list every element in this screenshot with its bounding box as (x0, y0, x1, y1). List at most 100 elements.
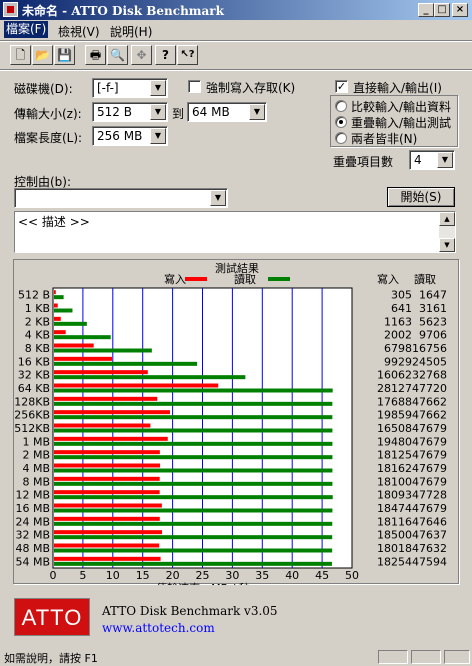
website-link[interactable]: www.attotech.com (102, 621, 215, 635)
x-tick-label: 45 (315, 569, 329, 582)
move-icon[interactable]: ✥ (131, 45, 152, 65)
read-value: 47728 (412, 489, 447, 502)
read-bar (54, 361, 198, 366)
drive-select[interactable]: [-f-] ▼ (92, 78, 168, 98)
read-value: 47662 (412, 409, 447, 422)
x-tick-label: 0 (50, 569, 57, 582)
write-bar (54, 476, 160, 481)
write-value: 18254 (377, 555, 412, 568)
write-value: 16062 (377, 369, 412, 382)
radio-compare[interactable] (335, 100, 347, 112)
read-value: 47632 (412, 542, 447, 555)
menu-bar: 檔案(F) 檢視(V) 說明(H) (0, 20, 472, 39)
x-tick-label: 50 (345, 569, 359, 582)
minimize-button[interactable]: _ (418, 3, 434, 17)
write-value: 18474 (377, 502, 412, 515)
start-button[interactable]: 開始(S) (387, 187, 455, 207)
description-text: << 描述 >> (18, 215, 90, 229)
transfer-to-select[interactable]: 64 MB ▼ (187, 102, 267, 122)
chevron-down-icon[interactable]: ▼ (210, 190, 226, 206)
column-header-write: 寫入 (377, 272, 399, 286)
read-value: 47679 (412, 435, 447, 448)
read-value: 47646 (412, 515, 447, 528)
radio-overlap[interactable] (335, 116, 347, 128)
chevron-down-icon[interactable]: ▼ (150, 80, 166, 96)
read-bar (54, 401, 333, 406)
y-tick-label: 256KB (14, 409, 50, 422)
chevron-down-icon[interactable]: ▼ (150, 104, 166, 120)
queue-depth-select[interactable]: 4 ▼ (409, 150, 455, 170)
write-value: 16508 (377, 422, 412, 435)
write-bar (54, 423, 151, 428)
write-bar (54, 543, 160, 548)
close-button[interactable]: × (452, 3, 468, 17)
write-value: 19480 (377, 435, 412, 448)
direct-io-checkbox[interactable]: ✓ (335, 80, 348, 93)
print-icon[interactable]: 🖶 (85, 45, 106, 65)
print-preview-icon[interactable]: 🔍 (107, 45, 128, 65)
read-value: 1647 (419, 289, 447, 302)
y-tick-label: 12 MB (15, 489, 50, 502)
force-write-checkbox[interactable] (188, 80, 201, 93)
chevron-down-icon[interactable]: ▼ (437, 152, 453, 168)
atto-logo-text: ATTO (21, 605, 83, 630)
radio-neither[interactable] (335, 132, 347, 144)
menu-help[interactable]: 說明(H) (110, 23, 152, 40)
write-bar (54, 463, 161, 468)
write-value: 18018 (377, 542, 412, 555)
description-scrollbar[interactable]: ▲ ▼ (439, 212, 455, 252)
radio-neither-label: 兩者皆非(N) (351, 132, 418, 146)
write-bar (54, 556, 161, 561)
read-bar (54, 308, 73, 313)
to-label: 到 (172, 107, 185, 121)
read-value: 47637 (412, 529, 447, 542)
read-bar (54, 495, 333, 500)
read-bar (54, 375, 246, 380)
status-pane-3 (444, 650, 470, 664)
write-value: 17688 (377, 395, 412, 408)
force-write-label: 強制寫入存取(K) (206, 81, 296, 95)
y-tick-label: 1 KB (25, 302, 50, 315)
app-icon[interactable] (3, 2, 18, 17)
help-icon[interactable]: ? (155, 45, 176, 65)
chevron-down-icon[interactable]: ▼ (249, 104, 265, 120)
save-icon[interactable]: 💾 (54, 45, 75, 65)
scroll-up-icon[interactable]: ▲ (439, 212, 455, 226)
transfer-from-select[interactable]: 512 B ▼ (92, 102, 168, 122)
window-title: 未命名 - ATTO Disk Benchmark (22, 4, 224, 18)
results-chart: 測試結果寫入讀取寫入讀取05101520253035404550傳輸速率 - M… (14, 261, 447, 585)
x-tick-label: 30 (225, 569, 239, 582)
y-tick-label: 8 KB (25, 342, 50, 355)
write-value: 2002 (384, 329, 412, 342)
write-value: 18116 (377, 515, 412, 528)
write-bar (54, 436, 168, 441)
write-bar (54, 490, 160, 495)
scroll-down-icon[interactable]: ▼ (439, 238, 455, 252)
legend-read-swatch (268, 277, 290, 281)
open-folder-icon[interactable]: 📂 (32, 45, 53, 65)
chevron-down-icon[interactable]: ▼ (150, 128, 166, 144)
file-length-select[interactable]: 256 MB ▼ (92, 126, 168, 146)
status-bar: 如需說明，請按 F1 (0, 649, 472, 665)
read-bar (54, 455, 333, 460)
read-value: 16756 (412, 342, 447, 355)
menu-file[interactable]: 檔案(F) (4, 21, 49, 38)
radio-overlap-label: 重疊輸入/輸出測試 (351, 116, 452, 130)
new-file-icon[interactable]: 🗋 (10, 45, 31, 65)
y-tick-label: 512KB (14, 422, 50, 435)
maximize-button[interactable]: □ (434, 3, 450, 17)
write-bar (54, 290, 56, 295)
y-tick-label: 128KB (14, 395, 50, 408)
radio-compare-label: 比較輸入/輸出資料 (351, 100, 452, 114)
description-box[interactable]: << 描述 >> ▲ ▼ (14, 211, 456, 253)
read-bar (54, 481, 333, 486)
menu-view[interactable]: 檢視(V) (58, 23, 100, 40)
control-select[interactable]: ▼ (14, 188, 228, 208)
read-bar (54, 321, 87, 326)
read-bar (54, 468, 333, 473)
context-help-icon[interactable]: ↖? (177, 45, 198, 65)
transfer-size-label: 傳輸大小(z): (14, 107, 82, 121)
write-bar (54, 330, 66, 335)
write-bar (54, 396, 158, 401)
x-tick-label: 20 (166, 569, 180, 582)
